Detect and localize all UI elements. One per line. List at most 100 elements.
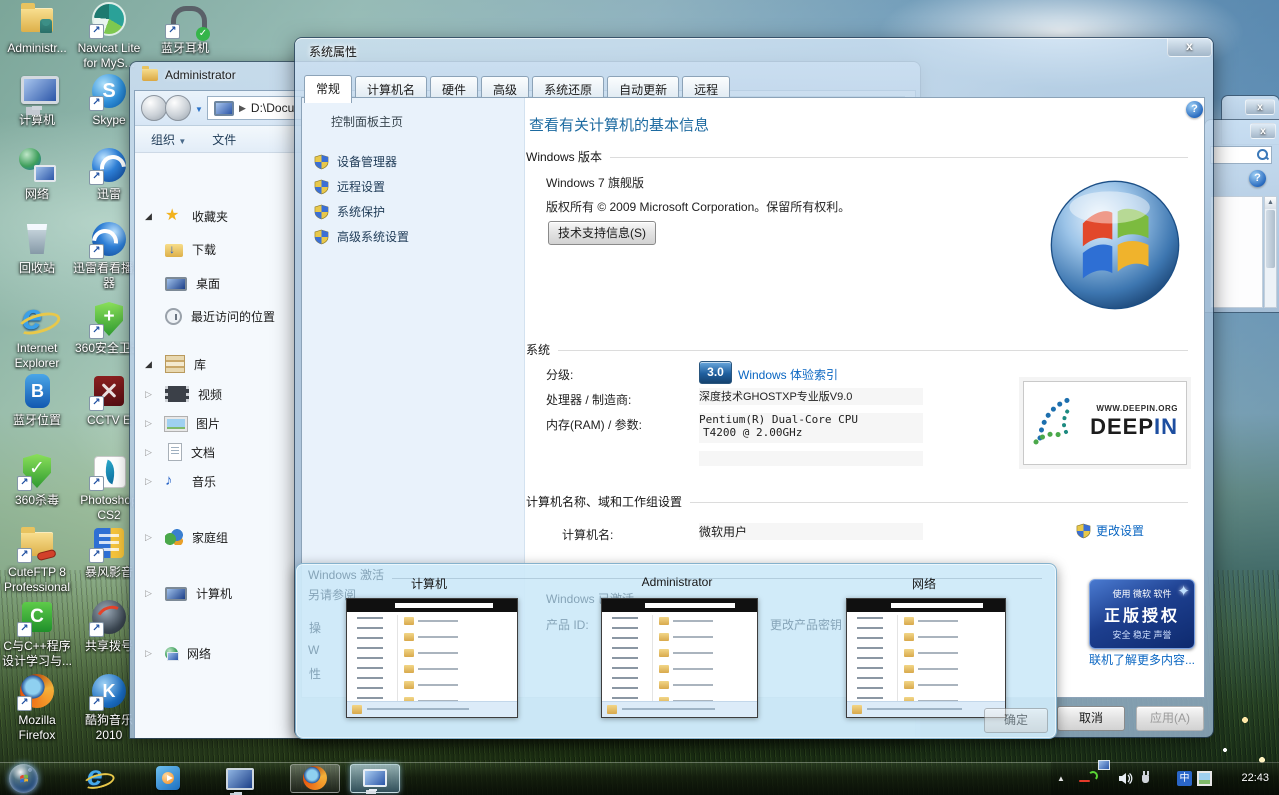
- help-icon[interactable]: ?: [1186, 101, 1203, 118]
- thumbnail-title: 网络: [854, 575, 994, 592]
- ok-button-ghost[interactable]: 确定: [984, 708, 1048, 733]
- scrollbar[interactable]: ▲: [1264, 196, 1277, 308]
- picture-tray-icon[interactable]: [1197, 771, 1212, 786]
- search-input[interactable]: [1210, 146, 1272, 164]
- ghost-char: 操: [309, 619, 321, 636]
- support-info-button[interactable]: 技术支持信息(S): [548, 221, 656, 245]
- ghost-change-key-link: 更改产品密钥: [770, 616, 842, 633]
- thumbnail-titlebar: [847, 599, 1005, 612]
- taskbar-media-player-icon[interactable]: [156, 766, 180, 790]
- desktop-icon-label: Mozilla Firefox: [0, 713, 74, 743]
- window-thumbnail-network[interactable]: [846, 598, 1006, 718]
- desktop-icon: [165, 277, 187, 291]
- picture-icon: [165, 417, 187, 431]
- start-button[interactable]: [9, 764, 38, 793]
- rating-label: 分级:: [546, 366, 573, 383]
- close-icon[interactable]: x: [1250, 123, 1276, 139]
- volume-tray-icon[interactable]: [1118, 771, 1133, 786]
- remote-settings-link[interactable]: 远程设置: [314, 178, 385, 195]
- tray-expand-icon[interactable]: ▲: [1057, 774, 1065, 783]
- taskbar-display-icon[interactable]: [226, 766, 254, 790]
- control-panel-home-link[interactable]: 控制面板主页: [331, 113, 403, 130]
- system-tray: ▲ 中 22:43: [1051, 762, 1279, 795]
- expanded-arrow-icon[interactable]: ◢: [145, 211, 157, 222]
- device-manager-link[interactable]: 设备管理器: [314, 153, 397, 170]
- desktop-icon-internet-explorer[interactable]: e Internet Explorer: [0, 300, 74, 371]
- section-system: 系统: [526, 341, 1188, 358]
- downloads-folder-icon: [165, 244, 183, 257]
- desktop-icon-administrator[interactable]: Administr...: [0, 0, 74, 56]
- apply-button[interactable]: 应用(A): [1136, 706, 1204, 731]
- collapsed-arrow-icon[interactable]: ▷: [145, 476, 157, 487]
- window-thumbnail-administrator[interactable]: [601, 598, 758, 718]
- collapsed-arrow-icon[interactable]: ▷: [145, 389, 157, 400]
- window-thumbnail-computer[interactable]: [346, 598, 518, 718]
- collapsed-arrow-icon[interactable]: ▷: [145, 418, 157, 429]
- star-icon: ★: [165, 208, 183, 224]
- desktop-icon-firefox[interactable]: ↗ Mozilla Firefox: [0, 672, 74, 743]
- desktop-icon-computer[interactable]: 计算机: [0, 72, 74, 128]
- desktop-icon-bluetooth-places[interactable]: B 蓝牙位置: [0, 372, 74, 428]
- close-icon[interactable]: x: [1245, 99, 1275, 115]
- dialog-title: 系统属性: [309, 43, 357, 60]
- tab-general[interactable]: 常规: [304, 75, 352, 103]
- forward-button[interactable]: [165, 95, 191, 121]
- skype-icon: S↗: [89, 72, 129, 110]
- thunder-icon: ↗: [89, 146, 129, 184]
- organize-menu[interactable]: 组织 ▼: [151, 131, 186, 148]
- scroll-thumb[interactable]: [1266, 210, 1275, 268]
- collapsed-arrow-icon[interactable]: ▷: [145, 588, 157, 599]
- thumbnail-title: Administrator: [607, 575, 747, 589]
- deepin-url: WWW.DEEPIN.ORG: [1096, 404, 1178, 413]
- collapsed-arrow-icon[interactable]: ▷: [145, 532, 157, 543]
- copyright-text: 版权所有 © 2009 Microsoft Corporation。保留所有权利…: [546, 198, 850, 215]
- system-protection-link[interactable]: 系统保护: [314, 203, 385, 220]
- file-menu[interactable]: 文件: [212, 131, 236, 148]
- desktop-icon-network[interactable]: 网络: [0, 146, 74, 202]
- desktop-icon-label: 360杀毒: [0, 493, 74, 508]
- computer-icon: [17, 72, 57, 110]
- genuine-license-badge[interactable]: ✦ 使用 微软 软件 正版授权 安全 稳定 声誉: [1089, 579, 1195, 649]
- experience-index-link[interactable]: Windows 体验索引: [738, 366, 838, 383]
- taskbar-explorer-button[interactable]: [350, 764, 400, 793]
- taskbar-internet-explorer-icon[interactable]: e: [84, 766, 110, 792]
- desktop-icon-recycle-bin[interactable]: 回收站: [0, 220, 74, 276]
- desktop-icon-cpp-tutorial[interactable]: C↗ C与C++程序设计学习与...: [0, 598, 74, 669]
- scroll-up-icon[interactable]: ▲: [1265, 197, 1276, 209]
- advanced-settings-link[interactable]: 高级系统设置: [314, 228, 409, 245]
- deepin-logo: WWW.DEEPIN.ORG DEEPIN: [1023, 381, 1187, 465]
- windows-flag-icon: [16, 771, 32, 787]
- expanded-arrow-icon[interactable]: ◢: [145, 359, 157, 370]
- desktop-icon-label: 回收站: [0, 261, 74, 276]
- desktop: Administr... ↗ Navicat Lite for MyS... ↗…: [0, 0, 1279, 795]
- section-windows-version: Windows 版本: [526, 148, 1188, 165]
- change-settings-link[interactable]: 更改设置: [1076, 522, 1144, 539]
- desktop-icon-cuteftp[interactable]: ↗ CuteFTP 8 Professional: [0, 524, 74, 595]
- cancel-button[interactable]: 取消: [1057, 706, 1125, 731]
- help-icon[interactable]: ?: [1249, 170, 1266, 187]
- learn-more-online-link[interactable]: 联机了解更多内容...: [1089, 651, 1195, 668]
- library-icon: [165, 355, 185, 373]
- clock[interactable]: 22:43: [1241, 762, 1269, 795]
- desktop-icon-navicat[interactable]: ↗ Navicat Lite for MyS...: [72, 0, 146, 71]
- thumbnail-titlebar: [347, 599, 517, 612]
- desktop-icon-bt-headset[interactable]: ↗ 蓝牙耳机: [148, 0, 222, 56]
- desktop-icon-label: 蓝牙位置: [0, 413, 74, 428]
- desktop-icon-label: Administr...: [0, 41, 74, 56]
- taskbar: e ▲ 中 22:43: [0, 762, 1279, 795]
- desktop-icon-360av[interactable]: ✓↗ 360杀毒: [0, 452, 74, 508]
- ime-indicator[interactable]: 中: [1177, 771, 1192, 786]
- breadcrumb-arrow-icon: ▶: [239, 103, 246, 114]
- thumbnail-statusbar: [347, 701, 517, 717]
- recent-pages-dropdown-icon[interactable]: ▼: [195, 105, 203, 114]
- empty-value-field: [699, 451, 923, 466]
- close-icon[interactable]: x: [1167, 38, 1212, 57]
- music-note-icon: ♪: [165, 473, 183, 489]
- collapsed-arrow-icon[interactable]: ▷: [145, 648, 157, 659]
- taskbar-firefox-button[interactable]: [290, 764, 340, 793]
- internet-explorer-icon: e: [17, 300, 57, 338]
- collapsed-arrow-icon[interactable]: ▷: [145, 447, 157, 458]
- back-button[interactable]: [141, 95, 167, 121]
- desktop-icon-label: 蓝牙耳机: [148, 41, 222, 56]
- desktop-icon-label: Internet Explorer: [0, 341, 74, 371]
